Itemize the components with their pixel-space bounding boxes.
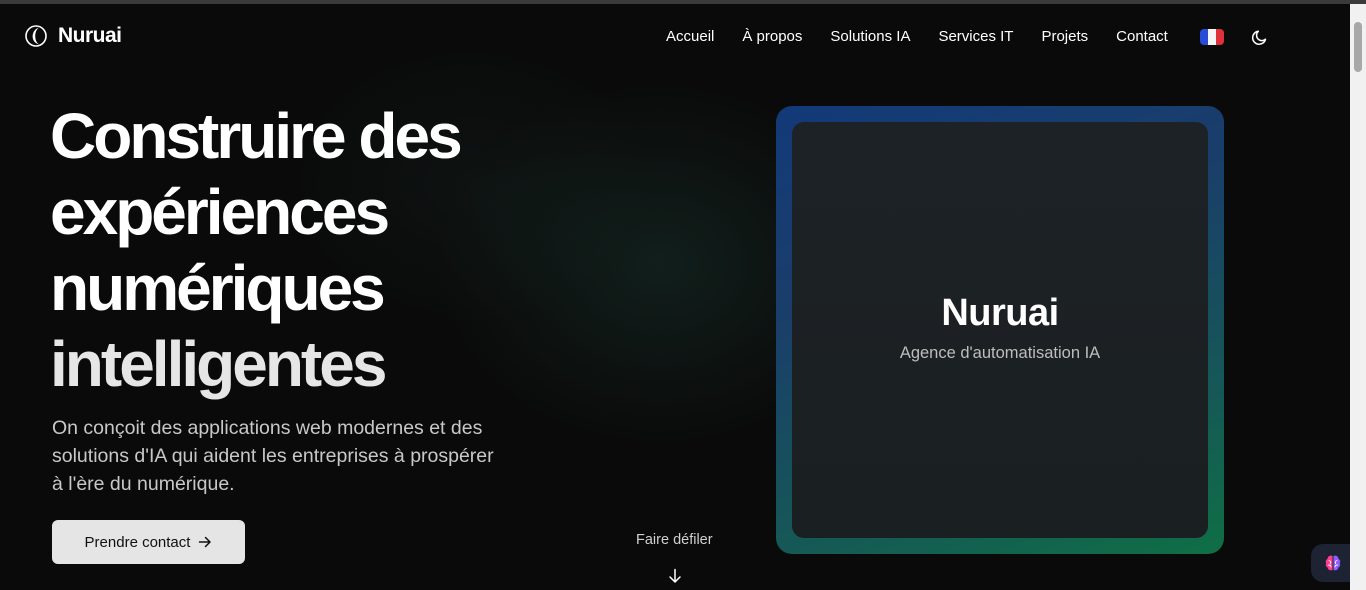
- moon-icon[interactable]: [1250, 27, 1270, 47]
- nav-item-solutions-ia[interactable]: Solutions IA: [830, 28, 910, 45]
- scrollbar-thumb[interactable]: [1354, 22, 1362, 72]
- scroll-hint-label[interactable]: Faire défiler: [636, 532, 713, 548]
- card-subtitle: Agence d'automatisation IA: [899, 344, 1101, 362]
- card-title: Nuruai: [941, 292, 1059, 334]
- nav-item-accueil[interactable]: Accueil: [666, 28, 714, 45]
- nav-item-services-it[interactable]: Services IT: [938, 28, 1013, 45]
- arrow-down-icon[interactable]: [667, 568, 683, 584]
- logo-icon: [25, 25, 47, 47]
- nav-item-a-propos[interactable]: À propos: [742, 28, 802, 45]
- french-flag-icon[interactable]: [1200, 29, 1224, 45]
- main-nav: Accueil À propos Solutions IA Services I…: [666, 28, 1196, 45]
- contact-cta-label: Prendre contact: [84, 533, 191, 551]
- brain-icon: [1325, 555, 1341, 571]
- page-scrollbar[interactable]: [1350, 4, 1366, 590]
- hero-subtitle: On conçoit des applications web modernes…: [52, 417, 494, 495]
- brand-card-inner: Nuruai Agence d'automatisation IA: [792, 122, 1208, 538]
- page: Nuruai Accueil À propos Solutions IA Ser…: [0, 4, 1350, 590]
- hero-title-line: intelligentes: [50, 328, 387, 400]
- brand-card: Nuruai Agence d'automatisation IA: [776, 106, 1224, 554]
- hero-title: Construire des expériences numériques in…: [50, 98, 530, 402]
- brand-name: Nuruai: [58, 24, 122, 47]
- hero-title-line: numériques: [50, 252, 386, 324]
- hero-title-line: Construire des: [50, 100, 463, 172]
- arrow-right-icon: [199, 536, 212, 548]
- nav-item-contact[interactable]: Contact: [1116, 28, 1168, 45]
- contact-cta-button[interactable]: Prendre contact: [52, 520, 245, 564]
- nav-item-projets[interactable]: Projets: [1041, 28, 1088, 45]
- chat-widget-button[interactable]: [1311, 544, 1350, 582]
- brand-logo-link[interactable]: Nuruai: [24, 24, 122, 48]
- hero-title-line: expériences: [50, 176, 390, 248]
